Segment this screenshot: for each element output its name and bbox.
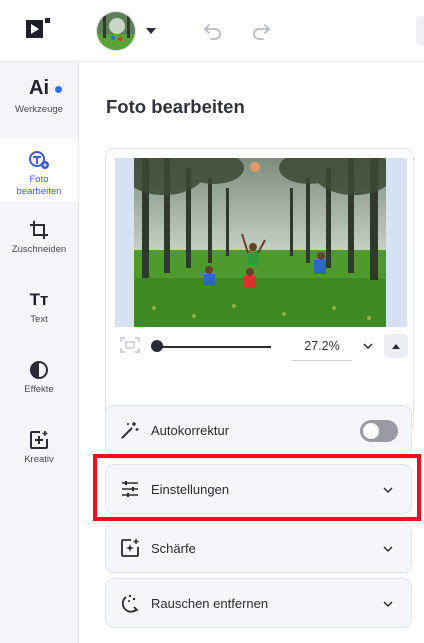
text-icon: Tт bbox=[29, 290, 49, 309]
denoise-icon bbox=[121, 594, 139, 613]
sidebar-item-label: Text bbox=[30, 314, 48, 325]
ai-tools-icon: Ai bbox=[29, 77, 49, 99]
option-label: Einstellungen bbox=[151, 481, 230, 497]
toggle-knob bbox=[363, 423, 379, 439]
main-panel: Foto bearbeiten 27.2% Autokorrektur Eins… bbox=[80, 62, 424, 643]
zoom-slider-track[interactable] bbox=[157, 346, 271, 348]
sidebar: Ai Werkzeuge Foto bearbeiten Zuschneiden… bbox=[0, 62, 79, 643]
sidebar-item-werkzeuge[interactable]: Ai Werkzeuge bbox=[0, 76, 78, 136]
sidebar-item-label: Werkzeuge bbox=[15, 104, 63, 115]
chevron-down-icon bbox=[383, 546, 393, 553]
sliders-icon bbox=[122, 481, 138, 497]
creative-icon bbox=[30, 431, 48, 449]
sidebar-item-kreativ[interactable]: Kreativ bbox=[0, 430, 78, 474]
sidebar-item-label: Foto bearbeiten bbox=[16, 174, 62, 197]
toolbar-edge bbox=[416, 16, 424, 46]
option-einstellungen[interactable]: Einstellungen bbox=[105, 464, 412, 514]
sidebar-item-foto-bearbeiten[interactable]: Foto bearbeiten bbox=[0, 138, 78, 202]
sidebar-item-label: Kreativ bbox=[24, 454, 54, 465]
undo-icon[interactable] bbox=[202, 19, 224, 41]
page-title: Foto bearbeiten bbox=[106, 96, 245, 117]
account-menu[interactable] bbox=[96, 10, 162, 52]
autokorrektur-toggle[interactable] bbox=[360, 420, 398, 442]
zoom-slider-handle[interactable] bbox=[151, 340, 163, 352]
zoom-level-value[interactable]: 27.2% bbox=[292, 335, 352, 361]
avatar[interactable] bbox=[96, 11, 136, 51]
caret-up-icon bbox=[392, 343, 400, 349]
photo-preview bbox=[115, 158, 407, 327]
option-label: Schärfe bbox=[151, 540, 196, 556]
option-autokorrektur[interactable]: Autokorrektur bbox=[105, 405, 412, 455]
crop-icon bbox=[30, 221, 48, 239]
redo-icon[interactable] bbox=[250, 19, 272, 41]
chevron-down-icon bbox=[383, 487, 393, 494]
chevron-down-icon[interactable] bbox=[362, 340, 374, 352]
fit-screen-icon[interactable] bbox=[120, 337, 140, 353]
sidebar-item-text[interactable]: Tт Text bbox=[0, 290, 78, 334]
sharpen-icon bbox=[121, 539, 139, 557]
sidebar-item-label: Zuschneiden bbox=[11, 244, 67, 255]
chevron-down-icon[interactable] bbox=[146, 28, 156, 34]
sidebar-item-label: Effekte bbox=[24, 384, 54, 395]
forest-photo bbox=[134, 158, 386, 327]
top-bar bbox=[0, 0, 424, 62]
option-label: Rauschen entfernen bbox=[151, 595, 269, 611]
option-rauschen-entfernen[interactable]: Rauschen entfernen bbox=[105, 578, 412, 628]
preview-card: 27.2% bbox=[105, 148, 414, 432]
notification-dot bbox=[55, 86, 62, 93]
magic-wand-icon bbox=[121, 422, 139, 439]
option-label: Autokorrektur bbox=[151, 422, 230, 438]
sidebar-item-zuschneiden[interactable]: Zuschneiden bbox=[0, 220, 78, 264]
option-schaerfe[interactable]: Schärfe bbox=[105, 523, 412, 573]
play-logo-icon[interactable] bbox=[25, 17, 51, 41]
collapse-preview-button[interactable] bbox=[384, 334, 408, 358]
photo-edit-icon bbox=[29, 151, 49, 169]
effects-icon bbox=[30, 361, 48, 379]
chevron-down-icon bbox=[383, 601, 393, 608]
sidebar-item-effekte[interactable]: Effekte bbox=[0, 360, 78, 404]
